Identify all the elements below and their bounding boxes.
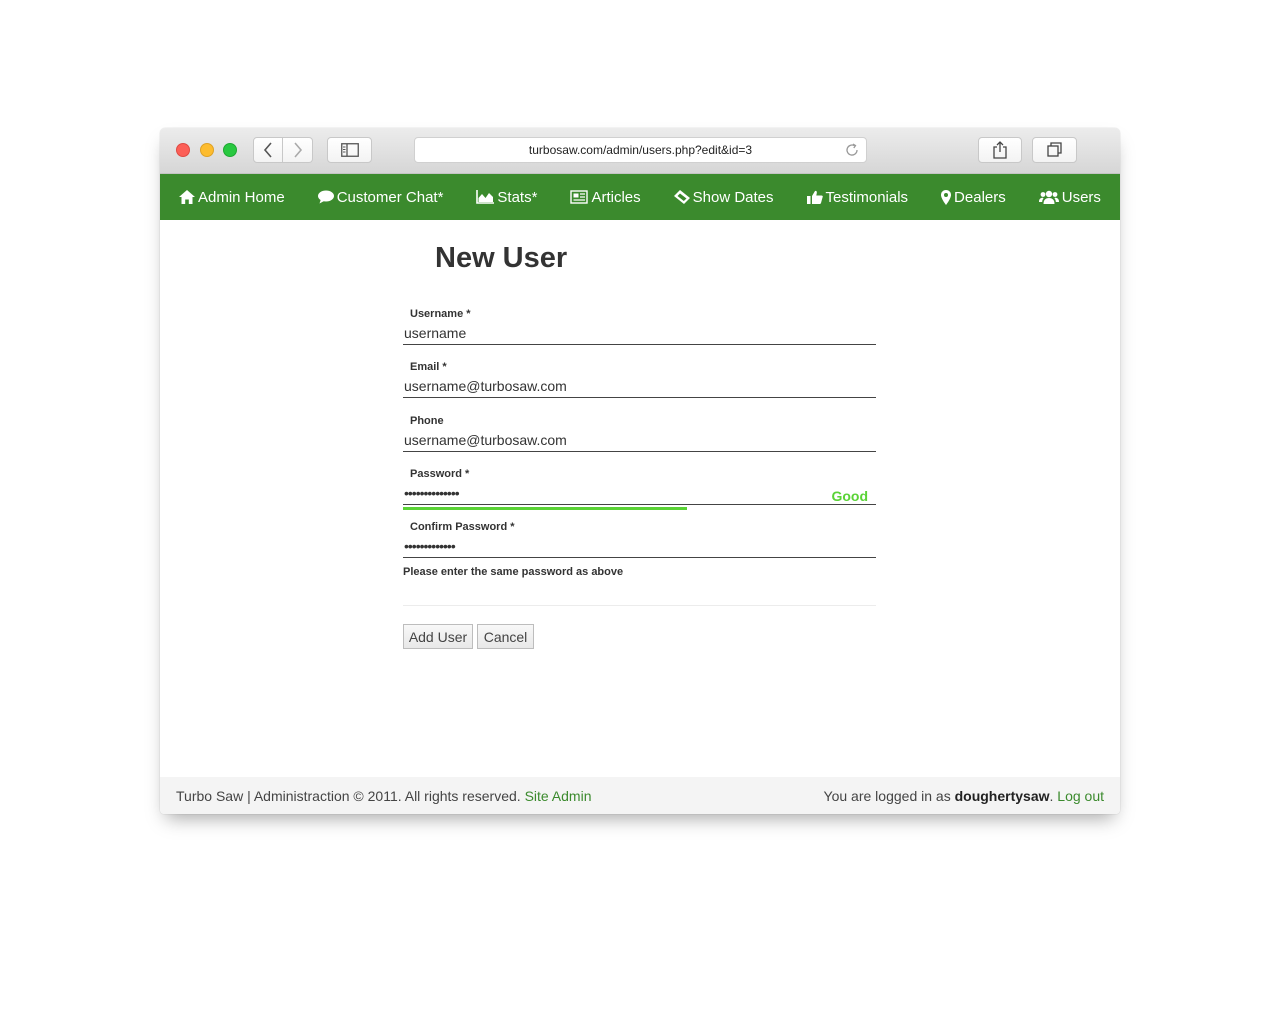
username-label: Username * [410,308,471,320]
logout-link[interactable]: Log out [1057,788,1104,804]
nav-item-admin-home[interactable]: Admin Home [179,189,285,206]
logged-in-prefix: You are logged in as [823,787,951,804]
password-match-hint: Please enter the same password as above [403,566,624,578]
admin-navbar: Admin Home Customer Chat* Stats* Article… [160,174,1120,220]
form-divider [403,605,876,606]
nav-label: Admin Home [198,188,285,206]
footer-right: You are logged in as doughertysaw. Log o… [824,788,1104,804]
page-footer: Turbo Saw | Administraction © 2011. All … [160,777,1120,814]
footer-left: Turbo Saw | Administraction © 2011. All … [176,788,592,804]
home-icon [179,190,195,204]
nav-label: Stats* [497,188,538,206]
password-field-group: Password * Good [403,467,876,510]
nav-item-testimonials[interactable]: Testimonials [806,188,909,206]
browser-titlebar: turbosaw.com/admin/users.php?edit&id=3 [160,128,1120,174]
nav-item-customer-chat[interactable]: Customer Chat* [317,188,444,206]
area-chart-icon [476,190,495,204]
page-title: New User [435,242,568,274]
address-bar[interactable]: turbosaw.com/admin/users.php?edit&id=3 [414,137,867,163]
thumbs-up-icon [806,190,823,204]
confirm-password-label: Confirm Password * [410,521,515,533]
password-strength-label: Good [831,488,868,504]
users-icon [1038,190,1059,204]
nav-item-users[interactable]: Users [1038,188,1101,206]
phone-input[interactable] [403,428,876,452]
cancel-button[interactable]: Cancel [477,624,534,649]
tabs-icon [1046,142,1062,157]
newspaper-icon [570,190,589,204]
password-label: Password * [410,468,470,480]
close-window-button[interactable] [176,143,190,157]
nav-label: Articles [591,188,641,206]
chevron-right-icon [293,142,302,158]
nav-label: Show Dates [692,188,774,206]
reload-icon[interactable] [844,142,860,158]
nav-label: Dealers [954,188,1006,206]
email-input[interactable] [403,374,876,398]
comment-icon [317,190,334,204]
username-input[interactable] [403,321,876,345]
nav-item-articles[interactable]: Articles [570,188,641,206]
share-button[interactable] [978,137,1022,163]
copyright-text: Turbo Saw | Administraction © 2011. All … [176,787,521,804]
nav-label: Testimonials [825,188,909,206]
map-marker-icon [941,189,952,205]
browser-window: turbosaw.com/admin/users.php?edit&id=3 A… [160,128,1120,814]
nav-label: Users [1061,188,1101,206]
share-icon [993,141,1007,159]
zoom-window-button[interactable] [223,143,237,157]
email-field-group: Email * [403,360,876,398]
back-button[interactable] [253,137,283,163]
email-label: Email * [410,361,447,373]
nav-item-stats[interactable]: Stats* [476,189,537,206]
minimize-window-button[interactable] [200,143,214,157]
nav-label: Customer Chat* [336,188,444,206]
confirm-password-input[interactable] [403,534,876,558]
url-text: turbosaw.com/admin/users.php?edit&id=3 [528,143,753,157]
add-user-button[interactable]: Add User [403,624,473,649]
tab-overview-button[interactable] [1032,137,1077,163]
sidebar-icon [340,143,359,157]
confirm-password-field-group: Confirm Password * [403,520,876,558]
nav-item-show-dates[interactable]: Show Dates [673,188,774,206]
logged-in-separator: . [1049,787,1054,804]
sidebar-toggle-button[interactable] [327,137,372,163]
chevron-left-icon [263,142,272,158]
phone-field-group: Phone [403,414,876,452]
nav-item-dealers[interactable]: Dealers [941,189,1006,206]
logged-in-username: doughertysaw [954,787,1050,804]
username-field-group: Username * [403,307,876,345]
ticket-icon [673,190,690,204]
phone-label: Phone [410,415,444,427]
forward-button[interactable] [283,137,313,163]
password-input[interactable] [403,481,876,505]
password-strength-bar [403,507,687,510]
site-admin-link[interactable]: Site Admin [525,788,592,804]
